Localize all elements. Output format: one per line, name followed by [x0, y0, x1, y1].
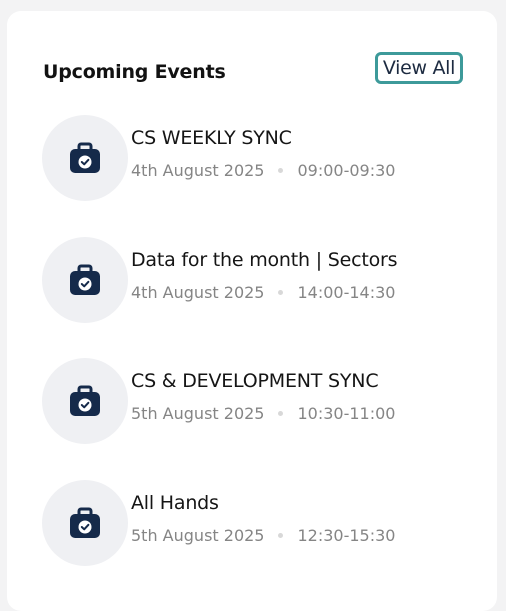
- event-time: 10:30-11:00: [297, 404, 396, 423]
- event-item[interactable]: CS & DEVELOPMENT SYNC 5th August 2025 10…: [42, 358, 482, 448]
- event-title: CS WEEKLY SYNC: [131, 127, 292, 149]
- separator-dot: [278, 168, 284, 173]
- briefcase-check-icon: [70, 385, 100, 416]
- event-icon-circle: [42, 358, 128, 444]
- event-date: 5th August 2025: [131, 404, 265, 423]
- event-date: 5th August 2025: [131, 526, 265, 545]
- event-time: 12:30-15:30: [297, 526, 396, 545]
- upcoming-events-card: Upcoming Events View All CS WEEKLY SYNC …: [7, 11, 497, 611]
- event-icon-circle: [42, 115, 128, 201]
- briefcase-check-icon: [70, 264, 100, 295]
- event-title: CS & DEVELOPMENT SYNC: [131, 370, 379, 392]
- event-item[interactable]: All Hands 5th August 2025 12:30-15:30: [42, 480, 482, 570]
- separator-dot: [278, 411, 284, 416]
- widget-title: Upcoming Events: [43, 61, 226, 83]
- briefcase-check-icon: [70, 507, 100, 538]
- event-time: 14:00-14:30: [297, 283, 396, 302]
- separator-dot: [278, 290, 284, 295]
- separator-dot: [278, 533, 284, 538]
- briefcase-check-icon: [70, 142, 100, 173]
- event-icon-circle: [42, 480, 128, 566]
- event-meta: 4th August 2025 14:00-14:30: [131, 283, 395, 302]
- event-meta: 5th August 2025 10:30-11:00: [131, 404, 395, 423]
- event-meta: 5th August 2025 12:30-15:30: [131, 526, 395, 545]
- event-item[interactable]: Data for the month | Sectors 4th August …: [42, 237, 482, 327]
- event-date: 4th August 2025: [131, 161, 265, 180]
- event-meta: 4th August 2025 09:00-09:30: [131, 161, 395, 180]
- event-item[interactable]: CS WEEKLY SYNC 4th August 2025 09:00-09:…: [42, 115, 482, 205]
- event-icon-circle: [42, 237, 128, 323]
- event-title: All Hands: [131, 492, 219, 514]
- event-time: 09:00-09:30: [297, 161, 396, 180]
- view-all-button[interactable]: View All: [375, 52, 463, 84]
- event-date: 4th August 2025: [131, 283, 265, 302]
- event-title: Data for the month | Sectors: [131, 249, 398, 271]
